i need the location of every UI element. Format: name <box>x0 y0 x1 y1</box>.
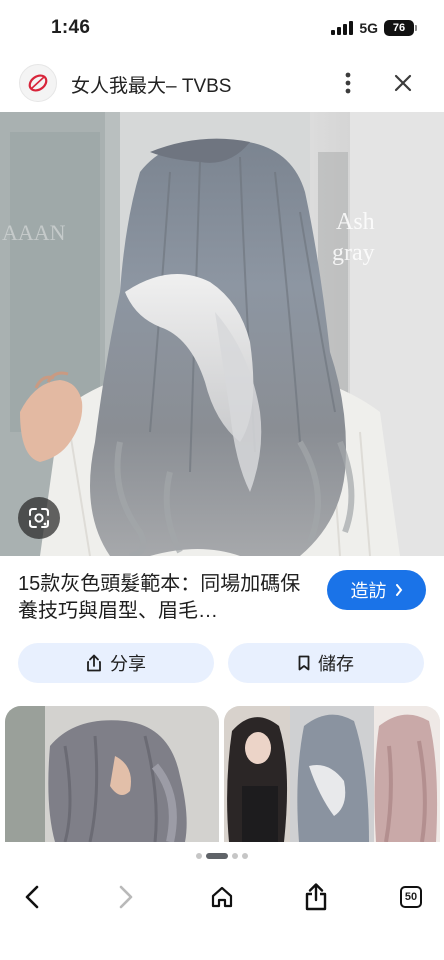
save-label: 儲存 <box>318 654 354 674</box>
more-vert-icon[interactable] <box>336 68 360 98</box>
pager-dot <box>242 853 248 859</box>
share-icon[interactable] <box>299 880 333 914</box>
visit-label: 造訪 <box>350 581 387 601</box>
bookmark-icon <box>298 655 310 671</box>
google-lens-icon[interactable] <box>18 497 60 539</box>
forward-arrow-icon[interactable] <box>109 880 143 914</box>
watermark-line-2: gray <box>332 240 375 266</box>
chevron-right-icon <box>395 584 402 596</box>
main-image[interactable]: AAAN Ash gray <box>0 112 444 556</box>
share-label: 分享 <box>110 654 146 674</box>
result-title[interactable]: 15款灰色頭髮範本：同場加碼保養技巧與眉型、眉毛… <box>18 571 310 625</box>
carousel-pager <box>0 853 444 859</box>
share-button[interactable]: 分享 <box>18 643 214 683</box>
save-button[interactable]: 儲存 <box>228 643 424 683</box>
status-time: 1:46 <box>51 17 91 38</box>
source-header: 女人我最大– TVBS <box>0 60 444 108</box>
site-title[interactable]: 女人我最大– TVBS <box>71 71 231 98</box>
status-bar: 1:46 5G 76 <box>0 0 444 58</box>
watermark-line-1: Ash <box>336 209 375 235</box>
hair-photo: AAAN Ash gray <box>0 112 444 556</box>
status-indicators: 5G 76 <box>331 20 417 36</box>
battery-icon: 76 <box>384 20 417 36</box>
back-arrow-icon[interactable] <box>15 880 49 914</box>
network-type: 5G <box>359 20 378 36</box>
pager-dot-active <box>206 853 228 859</box>
visit-button[interactable]: 造訪 <box>327 570 426 610</box>
background-sign: AAAN <box>2 220 66 245</box>
cellular-signal-icon <box>331 21 354 35</box>
home-icon[interactable] <box>205 880 239 914</box>
related-images <box>0 706 444 842</box>
related-image-2[interactable] <box>224 706 440 842</box>
tabs-count: 50 <box>400 886 422 908</box>
pager-dot <box>196 853 202 859</box>
close-icon[interactable] <box>390 68 416 98</box>
battery-level: 76 <box>392 22 406 34</box>
tvbs-logo-icon[interactable] <box>19 64 57 102</box>
share-icon <box>87 654 101 672</box>
tabs-icon[interactable]: 50 <box>394 880 428 914</box>
browser-toolbar: 50 <box>0 872 444 922</box>
pager-dot <box>232 853 238 859</box>
related-image-1[interactable] <box>5 706 219 842</box>
